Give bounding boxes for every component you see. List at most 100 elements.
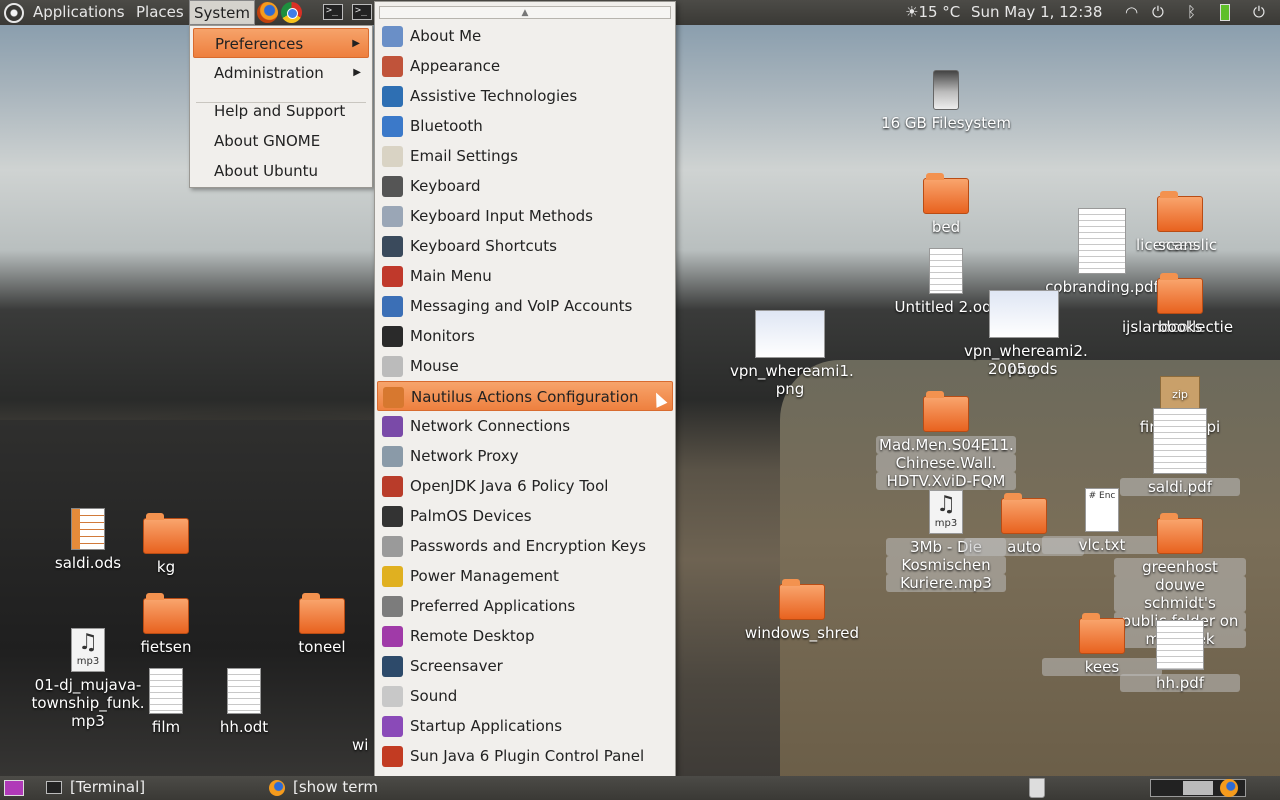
menu-item-email-settings[interactable]: Email Settings <box>377 141 673 171</box>
menu-item-openjdk-java-6-policy-tool[interactable]: OpenJDK Java 6 Policy Tool <box>377 471 673 501</box>
menu-item-monitors[interactable]: Monitors <box>377 321 673 351</box>
menu-item-appearance[interactable]: Appearance <box>377 51 673 81</box>
menu-item-label: Nautilus Actions Configuration <box>411 388 639 406</box>
menu-item-label: Preferred Applications <box>410 597 576 615</box>
folder-icon <box>1157 513 1203 554</box>
menu-item-about-me[interactable]: About Me <box>377 21 673 51</box>
palm-icon <box>382 506 403 527</box>
battery-icon[interactable] <box>1220 4 1230 21</box>
menu-item-passwords-and-encryption-keys[interactable]: Passwords and Encryption Keys <box>377 531 673 561</box>
menu-item-sun-java-6-plugin-control-panel[interactable]: Sun Java 6 Plugin Control Panel <box>377 741 673 771</box>
wifi-icon[interactable]: ◠ <box>1120 0 1143 25</box>
menu-item-label: Remote Desktop <box>410 627 535 645</box>
menu-item-label: Assistive Technologies <box>410 87 578 105</box>
proxy-icon <box>382 446 403 467</box>
taskbar-terminal[interactable]: [Terminal] <box>46 776 145 800</box>
menu-item-main-menu[interactable]: Main Menu <box>377 261 673 291</box>
desktop-icon-hh-odt[interactable]: hh.odt <box>184 668 304 736</box>
menu-item-about-gnome[interactable]: About GNOME <box>193 126 369 156</box>
bluetooth-icon[interactable]: ᛒ <box>1182 0 1201 25</box>
menu-item-screensaver[interactable]: Screensaver <box>377 651 673 681</box>
desktop-icon-kg[interactable]: kg <box>106 513 226 576</box>
desktop-icon-books[interactable]: ijslandcollectie books <box>1120 273 1240 336</box>
pdf-icon <box>1153 408 1207 474</box>
ubuntu-logo-icon[interactable] <box>4 3 24 23</box>
menu-item-label: About Me <box>410 27 482 45</box>
menu-item-palmos-devices[interactable]: PalmOS Devices <box>377 501 673 531</box>
menu-item-label: Appearance <box>410 57 501 75</box>
menu-item-keyboard[interactable]: Keyboard <box>377 171 673 201</box>
document-icon <box>149 668 183 714</box>
menu-item-keyboard-input-methods[interactable]: Keyboard Input Methods <box>377 201 673 231</box>
desktop-icon-toneel[interactable]: toneel <box>262 593 382 656</box>
menu-item-nautilus-actions-configuration[interactable]: Nautilus Actions Configuration <box>377 381 673 411</box>
menu-item-messaging-and-voip-accounts[interactable]: Messaging and VoIP Accounts <box>377 291 673 321</box>
menu-item-mouse[interactable]: Mouse <box>377 351 673 381</box>
power-icon <box>382 566 403 587</box>
terminal-launcher-icon[interactable]: >_ <box>323 4 343 20</box>
submenu-arrow-icon: ▶ <box>353 67 361 78</box>
java-policy-icon <box>382 476 403 497</box>
menu-item-label: Network Connections <box>410 417 571 435</box>
desktop-icon-label-partial: wi <box>352 736 369 754</box>
screensaver-icon <box>382 656 403 677</box>
menu-item-help[interactable]: Help and Support <box>193 96 369 126</box>
desktop-icon-vpn2[interactable]: vpn_whereami2. png 2005.ods <box>964 290 1088 378</box>
menu-item-label: Keyboard Input Methods <box>410 207 593 225</box>
system-menu-button[interactable]: System <box>189 0 255 25</box>
desktop-icon-vpn1[interactable]: vpn_whereami1. png <box>730 310 854 398</box>
terminal-launcher-icon-2[interactable]: >_ <box>352 4 372 20</box>
menu-item-about-ubuntu[interactable]: About Ubuntu <box>193 156 369 186</box>
system-menu: Preferences ▶ Administration ▶ Help and … <box>189 25 373 188</box>
trash-icon[interactable] <box>1029 778 1045 798</box>
menu-item-label: Mouse <box>410 357 459 375</box>
desktop-icon-windows-shred[interactable]: windows_shred <box>742 579 862 642</box>
network-icon <box>382 416 403 437</box>
folder-icon <box>923 391 969 432</box>
music-file-icon: ♫ mp3 <box>71 628 105 672</box>
spreadsheet-icon <box>71 508 105 550</box>
java-icon <box>382 746 403 767</box>
folder-icon <box>1001 493 1047 534</box>
desktop-icon-bed[interactable]: bed <box>886 173 1006 236</box>
desktop-icon-filesystem[interactable]: 16 GB Filesystem <box>881 70 1011 132</box>
menu-item-remote-desktop[interactable]: Remote Desktop <box>377 621 673 651</box>
desktop-icon-hh-pdf[interactable]: hh.pdf <box>1120 620 1240 692</box>
menu-item-assistive-technologies[interactable]: Assistive Technologies <box>377 81 673 111</box>
folder-icon <box>1157 191 1203 232</box>
menu-item-network-proxy[interactable]: Network Proxy <box>377 441 673 471</box>
applications-menu[interactable]: Applications <box>28 0 130 25</box>
desktop-icon-licenses[interactable]: licenses scanslic <box>1120 190 1240 254</box>
menu-item-administration[interactable]: Administration ▶ <box>193 58 369 88</box>
menu-item-bluetooth[interactable]: Bluetooth <box>377 111 673 141</box>
folder-icon <box>1079 613 1125 654</box>
menu-item-sound[interactable]: Sound <box>377 681 673 711</box>
power-icon[interactable]: ⏻ <box>1147 0 1169 25</box>
session-icon[interactable]: ⏻ <box>1248 0 1270 25</box>
menu-item-power-management[interactable]: Power Management <box>377 561 673 591</box>
image-thumbnail-icon <box>755 310 825 358</box>
info-icon <box>382 206 403 227</box>
active-workspace[interactable] <box>1183 781 1213 795</box>
music-file-icon: ♫ mp3 <box>929 490 963 534</box>
accessibility-icon <box>382 86 403 107</box>
firefox-launcher-icon[interactable] <box>257 2 278 23</box>
desktop-icon-saldi-pdf[interactable]: saldi.pdf <box>1120 408 1240 496</box>
chrome-launcher-icon[interactable] <box>281 2 302 23</box>
appearance-icon <box>382 56 403 77</box>
taskbar-firefox[interactable]: [show term <box>269 776 378 800</box>
show-desktop-icon[interactable] <box>4 780 24 796</box>
keys-icon <box>382 536 403 557</box>
places-menu[interactable]: Places <box>131 0 189 25</box>
clock[interactable]: Sun May 1, 12:38 <box>966 0 1107 25</box>
menu-item-keyboard-shortcuts[interactable]: Keyboard Shortcuts <box>377 231 673 261</box>
menu-item-preferences[interactable]: Preferences ▶ <box>193 28 369 58</box>
preferred-apps-icon <box>382 596 403 617</box>
firefox-tray-icon[interactable] <box>1220 779 1238 797</box>
menu-item-preferred-applications[interactable]: Preferred Applications <box>377 591 673 621</box>
scroll-up-button[interactable]: ▲ <box>379 6 671 19</box>
weather-indicator[interactable]: ☀15 °C <box>900 0 965 25</box>
desktop-icon-madmen[interactable]: Mad.Men.S04E11. Chinese.Wall. HDTV.XviD-… <box>876 391 1016 490</box>
menu-item-startup-applications[interactable]: Startup Applications <box>377 711 673 741</box>
menu-item-network-connections[interactable]: Network Connections <box>377 411 673 441</box>
